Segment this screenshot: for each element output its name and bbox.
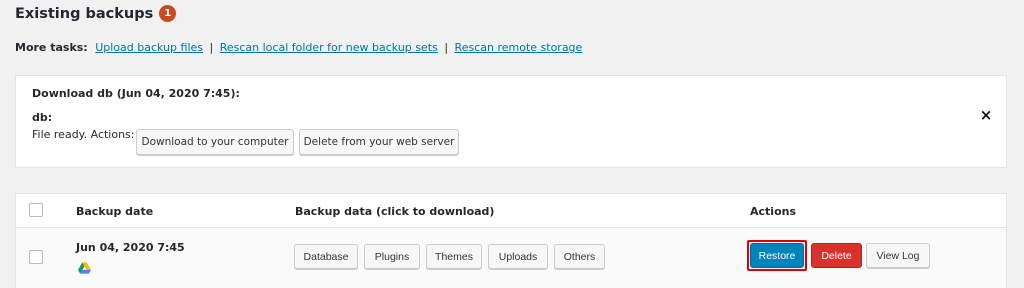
separator: | xyxy=(209,41,214,54)
rescan-remote-storage-link[interactable]: Rescan remote storage xyxy=(455,41,583,54)
delete-from-server-button[interactable]: Delete from your web server xyxy=(299,129,459,155)
restore-highlight: Restore xyxy=(747,240,807,271)
themes-button[interactable]: Themes xyxy=(426,244,482,269)
more-tasks-bar: More tasks: Upload backup files | Rescan… xyxy=(15,41,582,54)
rescan-local-folder-link[interactable]: Rescan local folder for new backup sets xyxy=(220,41,438,54)
view-log-button[interactable]: View Log xyxy=(866,243,930,268)
download-to-computer-button[interactable]: Download to your computer xyxy=(136,129,294,155)
upload-backup-files-link[interactable]: Upload backup files xyxy=(95,41,203,54)
backup-count-badge: 1 xyxy=(159,5,177,22)
download-panel: Download db (Jun 04, 2020 7:45): db: Fil… xyxy=(15,75,1007,168)
close-icon[interactable]: × xyxy=(978,106,994,124)
table-row: Jun 04, 2020 7:45 Database Plugins Theme… xyxy=(16,228,1006,288)
download-panel-title: Download db (Jun 04, 2020 7:45): xyxy=(32,87,240,100)
select-all-checkbox[interactable] xyxy=(29,203,43,217)
separator: | xyxy=(444,41,449,54)
restore-button[interactable]: Restore xyxy=(750,243,804,268)
download-item-name: db: xyxy=(32,111,53,124)
google-drive-icon xyxy=(78,262,91,274)
table-header: Backup date Backup data (click to downlo… xyxy=(16,194,1006,228)
page-title-text: Existing backups xyxy=(15,5,154,22)
page-title: Existing backups 1 xyxy=(15,5,177,22)
download-ready-text: File ready. Actions: xyxy=(32,128,135,141)
backups-table: Backup date Backup data (click to downlo… xyxy=(15,193,1007,288)
plugins-button[interactable]: Plugins xyxy=(364,244,420,269)
more-tasks-label: More tasks: xyxy=(15,41,88,54)
header-backup-date: Backup date xyxy=(76,205,154,218)
row-checkbox[interactable] xyxy=(29,250,43,264)
others-button[interactable]: Others xyxy=(554,244,605,269)
backup-date: Jun 04, 2020 7:45 xyxy=(76,241,185,254)
header-backup-data: Backup data (click to download) xyxy=(295,205,495,218)
database-button[interactable]: Database xyxy=(294,244,358,269)
delete-backup-button[interactable]: Delete xyxy=(811,243,862,268)
header-actions: Actions xyxy=(750,205,796,218)
uploads-button[interactable]: Uploads xyxy=(488,244,548,269)
